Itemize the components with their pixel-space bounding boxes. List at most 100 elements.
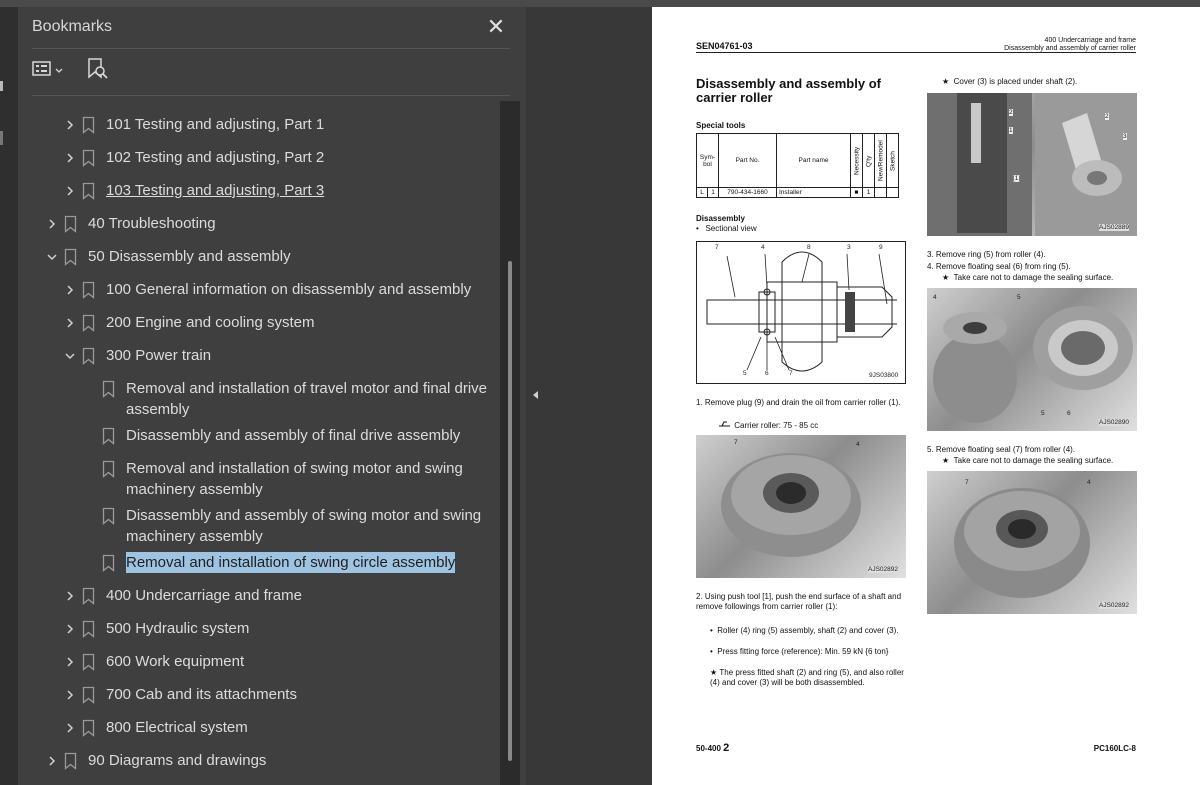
tool-symbol: L xyxy=(696,187,708,198)
chevron-right-icon[interactable] xyxy=(62,717,78,738)
left-nav-strip xyxy=(0,7,18,785)
callout-4-c: 4 xyxy=(933,294,937,301)
bookmark-item[interactable]: Disassembly and assembly of final drive … xyxy=(98,425,496,446)
chevron-right-icon[interactable] xyxy=(62,684,78,705)
chevron-right-icon[interactable] xyxy=(62,618,78,639)
bookmark-item[interactable]: Removal and installation of travel motor… xyxy=(98,378,496,420)
chevron-right-icon[interactable] xyxy=(62,180,78,201)
bookmark-item[interactable]: 700 Cab and its attachments xyxy=(62,684,496,705)
chevron-down-icon[interactable] xyxy=(62,345,78,366)
bookmark-label: 40 Troubleshooting xyxy=(88,215,216,232)
chevron-right-icon[interactable] xyxy=(62,651,78,672)
callout-4-e: 4 xyxy=(1087,479,1091,486)
step-2-bullet-3: ★ The press fitted shaft (2) and ring (5… xyxy=(710,668,904,687)
step-2-bullet-2-text: Press fitting force (reference): Min. 59… xyxy=(717,647,889,656)
bookmark-label: Removal and installation of swing circle… xyxy=(126,552,456,573)
col-sketch: Sketch xyxy=(886,133,899,188)
bookmark-icon xyxy=(100,458,116,479)
bookmark-item[interactable]: Removal and installation of swing circle… xyxy=(98,552,496,573)
close-panel-button[interactable]: ✕ xyxy=(484,15,508,39)
find-bookmark-button[interactable] xyxy=(86,57,108,86)
special-tools-table: Sym-bol Part No. Part name Necessity Q't… xyxy=(696,133,899,198)
bookmark-item[interactable]: 40 Troubleshooting xyxy=(44,213,496,234)
photo-code: AJS02889 xyxy=(1099,224,1129,231)
bookmark-item[interactable]: 102 Testing and adjusting, Part 2 xyxy=(62,147,496,168)
bookmark-options-button[interactable] xyxy=(32,59,64,83)
doc-id: SEN04761-03 xyxy=(696,41,753,51)
chevron-down-icon xyxy=(54,62,64,80)
bookmark-icon xyxy=(80,585,96,606)
chevron-right-icon[interactable] xyxy=(44,213,60,234)
bookmark-label: 400 Undercarriage and frame xyxy=(106,587,302,604)
running-header: 400 Undercarriage and frame Disassembly … xyxy=(1004,37,1136,53)
col-partno: Part No. xyxy=(718,133,777,188)
bookmark-icon xyxy=(80,651,96,672)
find-bookmark-icon xyxy=(86,57,108,86)
chevron-right-icon[interactable] xyxy=(62,312,78,333)
callout-5: 5 xyxy=(743,370,747,377)
bookmark-item[interactable]: 50 Disassembly and assembly xyxy=(44,246,496,267)
bookmark-icon xyxy=(80,147,96,168)
step-3: 3. Remove ring (5) from roller (4). xyxy=(927,250,1046,259)
bookmark-item[interactable]: 400 Undercarriage and frame xyxy=(62,585,496,606)
bookmark-item[interactable]: 600 Work equipment xyxy=(62,651,496,672)
step-1-detail-text: Carrier roller: 75 - 85 cc xyxy=(734,421,819,430)
step-5: 5. Remove floating seal (7) from roller … xyxy=(927,445,1076,454)
callout-4-photo: 4 xyxy=(856,441,860,448)
chevron-right-icon[interactable] xyxy=(62,585,78,606)
header-rule xyxy=(696,52,1136,53)
chevron-right-icon[interactable] xyxy=(62,114,78,135)
bookmark-label: 800 Electrical system xyxy=(106,719,248,736)
sectional-drawing xyxy=(706,251,897,372)
callout-7b: 7 xyxy=(789,370,793,377)
doc-title: Disassembly and assembly of carrier roll… xyxy=(696,76,881,105)
bookmark-icon xyxy=(80,114,96,135)
bookmark-label: 700 Cab and its attachments xyxy=(106,686,297,703)
bookmark-item[interactable]: 101 Testing and adjusting, Part 1 xyxy=(62,114,496,135)
scrollbar-thumb[interactable] xyxy=(508,261,512,761)
scrollbar[interactable] xyxy=(500,101,520,785)
bookmark-tree: 101 Testing and adjusting, Part 1 102 Tes… xyxy=(18,96,508,785)
step-5-detail-text: Take care not to damage the sealing surf… xyxy=(953,456,1114,465)
callout-7: 7 xyxy=(715,244,719,251)
bookmark-item[interactable]: 300 Power train xyxy=(62,345,496,366)
callout-bracket-1: [1] xyxy=(1013,175,1021,182)
tool-necessity: ■ xyxy=(850,187,863,198)
divider xyxy=(32,48,510,49)
bookmark-item[interactable]: Disassembly and assembly of swing motor … xyxy=(98,505,496,547)
photo-code: AJS02890 xyxy=(1099,419,1129,426)
collapse-panel-button[interactable] xyxy=(530,388,542,402)
chevron-right-icon[interactable] xyxy=(62,147,78,168)
bookmark-icon xyxy=(80,345,96,366)
bookmark-item[interactable]: Removal and installation of swing motor … xyxy=(98,458,496,500)
footer-model: PC160LC-8 xyxy=(1093,744,1136,753)
bookmark-label: 100 General information on disassembly a… xyxy=(106,281,472,298)
bookmark-icon xyxy=(100,552,116,573)
bookmark-item[interactable]: 200 Engine and cooling system xyxy=(62,312,496,333)
bookmark-item[interactable]: 500 Hydraulic system xyxy=(62,618,496,639)
roller2-photo-art xyxy=(954,488,1090,598)
bookmark-icon xyxy=(80,684,96,705)
col-necessity: Necessity xyxy=(850,133,863,188)
bookmark-icon xyxy=(100,378,116,399)
bookmark-item[interactable]: 800 Electrical system xyxy=(62,717,496,738)
bookmark-item[interactable]: 90 Diagrams and drawings xyxy=(44,750,496,771)
bookmark-icon xyxy=(80,279,96,300)
list-options-icon xyxy=(32,60,54,83)
photo-code: AJS02892 xyxy=(868,566,898,573)
bookmark-icon xyxy=(62,750,78,771)
step-1: 1. Remove plug (9) and drain the oil fro… xyxy=(696,398,901,407)
callout-6-c: 6 xyxy=(1067,410,1071,417)
footer-page-number: 2 xyxy=(723,742,730,754)
figure-code: 9JS03800 xyxy=(869,372,899,379)
sectional-view-figure: 7 4 8 3 9 5 6 7 9JS03800 xyxy=(696,241,906,384)
photo-roller-2: 7 4 AJS02892 xyxy=(927,471,1137,614)
bookmark-icon xyxy=(80,180,96,201)
chevron-right-icon[interactable] xyxy=(62,279,78,300)
chevron-down-icon[interactable] xyxy=(44,246,60,267)
sectional-view-bullet: • Sectional view xyxy=(696,224,757,233)
bookmark-item[interactable]: 103 Testing and adjusting, Part 3 xyxy=(62,180,496,201)
chevron-right-icon[interactable] xyxy=(44,750,60,771)
bookmark-item[interactable]: 100 General information on disassembly a… xyxy=(62,279,496,300)
bookmarks-panel: Bookmarks ✕ 101 Testing and adjusting, P… xyxy=(18,7,526,785)
